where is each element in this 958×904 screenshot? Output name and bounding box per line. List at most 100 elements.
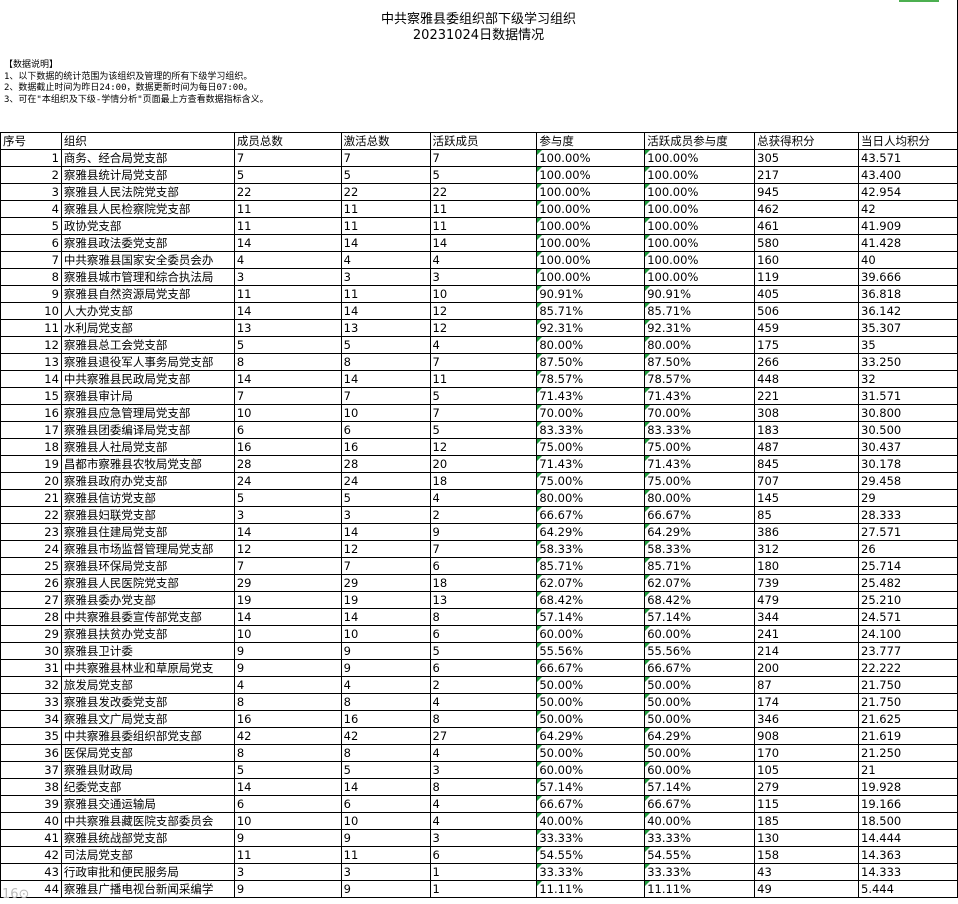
table-cell[interactable]: 3: [0, 183, 62, 201]
column-header[interactable]: 总获得积分: [754, 132, 859, 150]
table-cell[interactable]: 11: [233, 200, 342, 218]
table-cell[interactable]: 55.56%: [536, 642, 646, 660]
table-cell[interactable]: 5: [429, 166, 538, 184]
table-cell[interactable]: 察雅县应急管理局党支部: [60, 404, 235, 422]
table-cell[interactable]: 386: [754, 523, 859, 541]
table-row[interactable]: 12 察雅县总工会党支部 5 5 4 80.00% 80.00% 175 35: [0, 336, 958, 354]
table-cell[interactable]: 14.363: [858, 846, 958, 864]
table-cell[interactable]: 14: [233, 778, 342, 796]
table-cell[interactable]: 30.800: [858, 404, 958, 422]
table-cell[interactable]: 5: [233, 336, 342, 354]
table-cell[interactable]: 旅发局党支部: [60, 676, 235, 694]
table-cell[interactable]: 83.33%: [644, 421, 756, 439]
table-cell[interactable]: 36.818: [858, 285, 958, 303]
table-cell[interactable]: 2: [0, 166, 62, 184]
table-cell[interactable]: 66.67%: [644, 659, 756, 677]
table-row[interactable]: 25 察雅县环保局党支部 7 7 6 85.71% 85.71% 180 25.714: [0, 557, 958, 575]
table-cell[interactable]: 43.571: [858, 149, 958, 167]
table-cell[interactable]: 580: [754, 234, 859, 252]
table-cell[interactable]: 察雅县委办党支部: [60, 591, 235, 609]
table-cell[interactable]: 50.00%: [536, 676, 646, 694]
table-cell[interactable]: 中共察雅县民政局党支部: [60, 370, 235, 388]
table-cell[interactable]: 11: [233, 846, 342, 864]
table-cell[interactable]: 30.437: [858, 438, 958, 456]
table-cell[interactable]: 83.33%: [536, 421, 646, 439]
table-cell[interactable]: 4: [429, 693, 538, 711]
table-cell[interactable]: 察雅县自然资源局党支部: [60, 285, 235, 303]
table-cell[interactable]: 3: [429, 761, 538, 779]
table-row[interactable]: 33 察雅县发改委党支部 8 8 4 50.00% 50.00% 174 21.750: [0, 693, 958, 711]
table-cell[interactable]: 174: [754, 693, 859, 711]
table-cell[interactable]: 5.444: [858, 880, 958, 898]
table-cell[interactable]: 12: [0, 336, 62, 354]
table-cell[interactable]: 20: [429, 455, 538, 473]
table-cell[interactable]: 5: [340, 166, 431, 184]
table-cell[interactable]: 7: [429, 404, 538, 422]
table-cell[interactable]: 察雅县交通运输局: [60, 795, 235, 813]
table-cell[interactable]: 18: [429, 574, 538, 592]
table-cell[interactable]: 40.00%: [644, 812, 756, 830]
table-cell[interactable]: 60.00%: [536, 761, 646, 779]
table-cell[interactable]: 945: [754, 183, 859, 201]
table-cell[interactable]: 92.31%: [644, 319, 756, 337]
table-cell[interactable]: 29: [233, 574, 342, 592]
table-cell[interactable]: 5: [429, 387, 538, 405]
table-cell[interactable]: 85.71%: [644, 302, 756, 320]
table-cell[interactable]: 66.67%: [644, 795, 756, 813]
table-cell[interactable]: 266: [754, 353, 859, 371]
table-cell[interactable]: 3: [233, 863, 342, 881]
table-cell[interactable]: 87.50%: [644, 353, 756, 371]
table-cell[interactable]: 30: [0, 642, 62, 660]
table-cell[interactable]: 145: [754, 489, 859, 507]
table-cell[interactable]: 221: [754, 387, 859, 405]
table-cell[interactable]: 4: [340, 676, 431, 694]
table-row[interactable]: 22 察雅县妇联党支部 3 3 2 66.67% 66.67% 85 28.333: [0, 506, 958, 524]
table-cell[interactable]: 80.00%: [536, 336, 646, 354]
table-cell[interactable]: 16: [0, 404, 62, 422]
table-cell[interactable]: 21.625: [858, 710, 958, 728]
table-cell[interactable]: 35: [0, 727, 62, 745]
table-cell[interactable]: 11: [233, 217, 342, 235]
table-cell[interactable]: 9: [233, 880, 342, 898]
table-cell[interactable]: 85.71%: [536, 302, 646, 320]
table-cell[interactable]: 11: [429, 217, 538, 235]
table-cell[interactable]: 察雅县人社局党支部: [60, 438, 235, 456]
table-cell[interactable]: 100.00%: [536, 268, 646, 286]
table-cell[interactable]: 10: [0, 302, 62, 320]
table-cell[interactable]: 33.33%: [644, 829, 756, 847]
table-cell[interactable]: 5: [233, 489, 342, 507]
table-cell[interactable]: 2: [429, 676, 538, 694]
table-cell[interactable]: 察雅县政府办党支部: [60, 472, 235, 490]
table-cell[interactable]: 33.33%: [536, 829, 646, 847]
table-cell[interactable]: 170: [754, 744, 859, 762]
table-cell[interactable]: 1: [0, 149, 62, 167]
table-cell[interactable]: 40: [0, 812, 62, 830]
table-cell[interactable]: 37: [0, 761, 62, 779]
table-cell[interactable]: 察雅县妇联党支部: [60, 506, 235, 524]
table-cell[interactable]: 160: [754, 251, 859, 269]
table-cell[interactable]: 27: [429, 727, 538, 745]
table-cell[interactable]: 24: [0, 540, 62, 558]
table-cell[interactable]: 42.954: [858, 183, 958, 201]
table-cell[interactable]: 察雅县审计局: [60, 387, 235, 405]
table-cell[interactable]: 100.00%: [536, 149, 646, 167]
table-cell[interactable]: 100.00%: [536, 251, 646, 269]
table-cell[interactable]: 19.928: [858, 778, 958, 796]
table-cell[interactable]: 14: [233, 302, 342, 320]
table-cell[interactable]: 16: [340, 438, 431, 456]
table-cell[interactable]: 506: [754, 302, 859, 320]
column-header[interactable]: 参与度: [536, 132, 646, 150]
table-row[interactable]: 29 察雅县扶贫办党支部 10 10 6 60.00% 60.00% 241 24.100: [0, 625, 958, 643]
table-cell[interactable]: 察雅县统战部党支部: [60, 829, 235, 847]
table-cell[interactable]: 12: [429, 319, 538, 337]
table-cell[interactable]: 29: [858, 489, 958, 507]
table-cell[interactable]: 纪委党支部: [60, 778, 235, 796]
table-cell[interactable]: 80.00%: [644, 336, 756, 354]
table-cell[interactable]: 20: [0, 472, 62, 490]
table-cell[interactable]: 7: [340, 149, 431, 167]
column-header[interactable]: 活跃成员: [429, 132, 538, 150]
table-cell[interactable]: 3: [340, 863, 431, 881]
table-cell[interactable]: 察雅县人民医院党支部: [60, 574, 235, 592]
table-cell[interactable]: 7: [340, 387, 431, 405]
table-cell[interactable]: 察雅县发改委党支部: [60, 693, 235, 711]
